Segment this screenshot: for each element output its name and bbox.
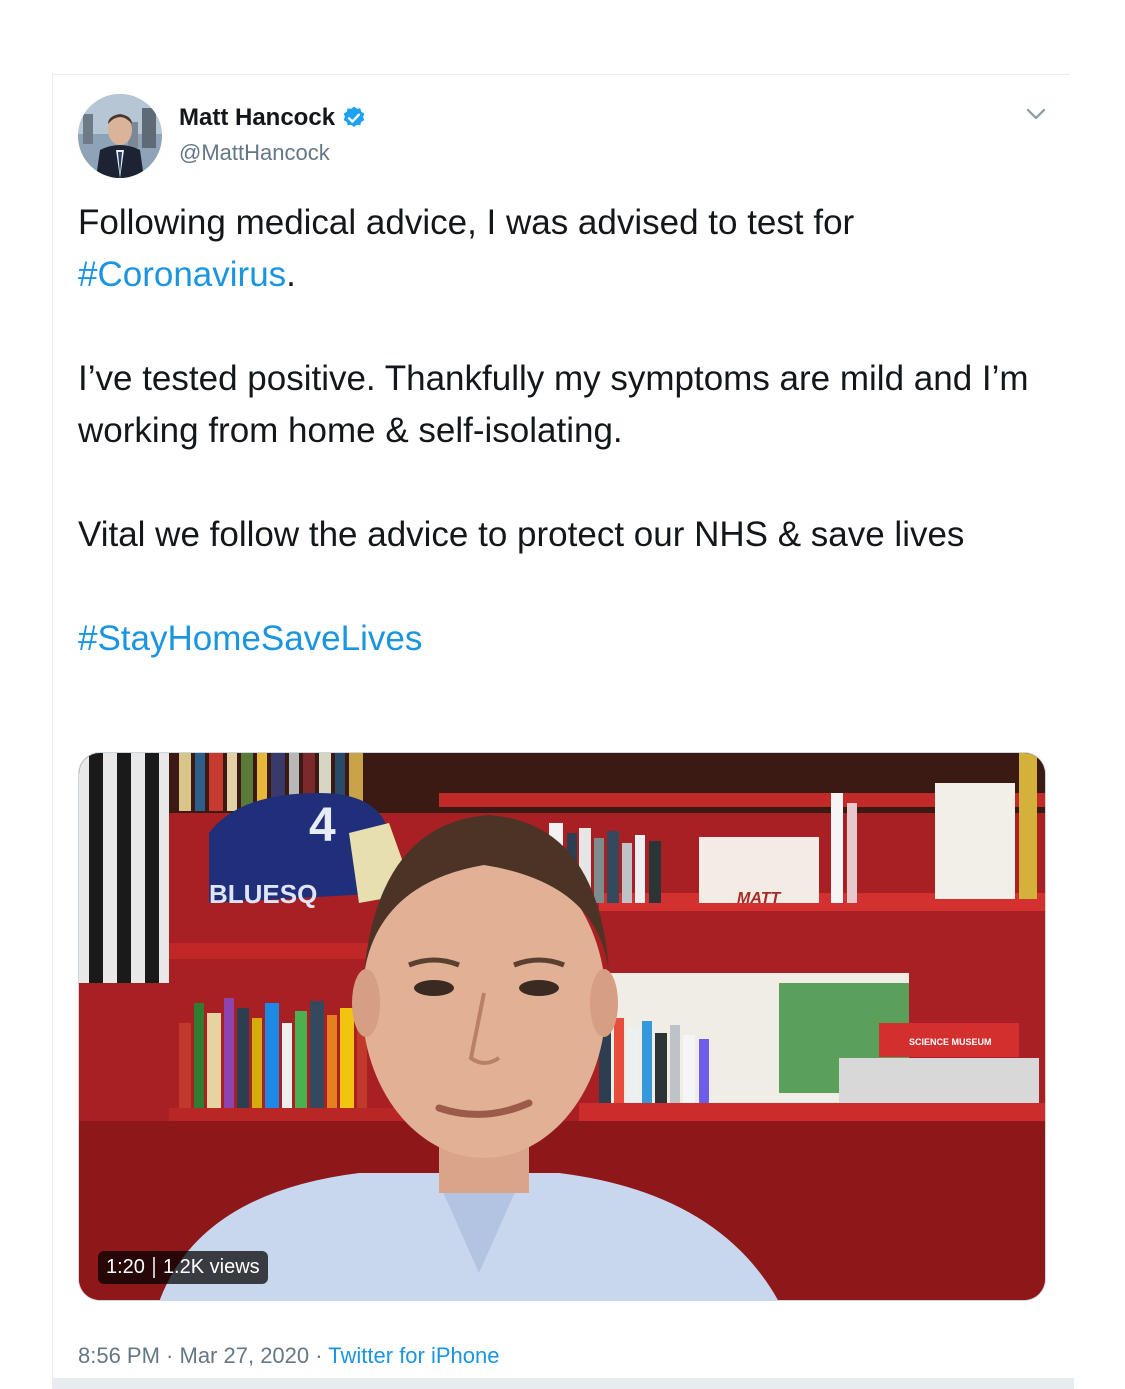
cap-number: 4 xyxy=(309,799,336,852)
avatar[interactable] xyxy=(78,94,162,178)
hashtag-stayhomesavelives[interactable]: #StayHomeSaveLives xyxy=(78,619,422,658)
profile-photo xyxy=(78,94,162,178)
video-thumbnail: BLUESQ 4 MATT SCIENCE MUSEUM xyxy=(79,753,1045,1300)
tweet-paragraph-3: Vital we follow the advice to protect ou… xyxy=(78,515,965,554)
tweet-source-link[interactable]: Twitter for iPhone xyxy=(328,1343,499,1368)
verified-badge-icon xyxy=(343,106,365,127)
meta-separator-1: · xyxy=(159,1343,180,1368)
tweet-paragraph-1: Following medical advice, I was advised … xyxy=(78,197,1038,301)
box-text: SCIENCE MUSEUM xyxy=(909,1037,992,1047)
cap-text: BLUESQ xyxy=(209,879,317,909)
mug-text: MATT xyxy=(737,890,781,907)
video-player[interactable]: BLUESQ 4 MATT SCIENCE MUSEUM xyxy=(78,752,1046,1301)
video-views: 1.2K views xyxy=(162,1256,260,1278)
meta-separator-2: · xyxy=(309,1343,329,1368)
tweet-punctuation: . xyxy=(286,255,296,294)
chevron-down-icon[interactable] xyxy=(1022,100,1050,128)
tweet-meta: 8:56 PM · Mar 27, 2020 · Twitter for iPh… xyxy=(78,1341,499,1371)
tweet-time[interactable]: 8:56 PM xyxy=(78,1343,160,1368)
tweet-paragraph-2: I’ve tested positive. Thankfully my symp… xyxy=(78,359,1029,450)
tweet-date[interactable]: Mar 27, 2020 xyxy=(180,1343,310,1368)
video-duration: 1:20 xyxy=(106,1256,145,1278)
display-name[interactable]: Matt Hancock xyxy=(179,103,335,133)
handle[interactable]: @MattHancock xyxy=(179,139,330,167)
tweet-text: Following medical advice, I was advised … xyxy=(78,197,1038,665)
card-bottom-border xyxy=(52,1378,1074,1389)
display-name-row[interactable]: Matt Hancock xyxy=(179,103,367,133)
tweet-line-1: Following medical advice, I was advised … xyxy=(78,203,855,242)
video-info-badges: 1:20 1.2K views xyxy=(98,1251,268,1284)
hashtag-coronavirus[interactable]: #Coronavirus xyxy=(78,255,286,294)
